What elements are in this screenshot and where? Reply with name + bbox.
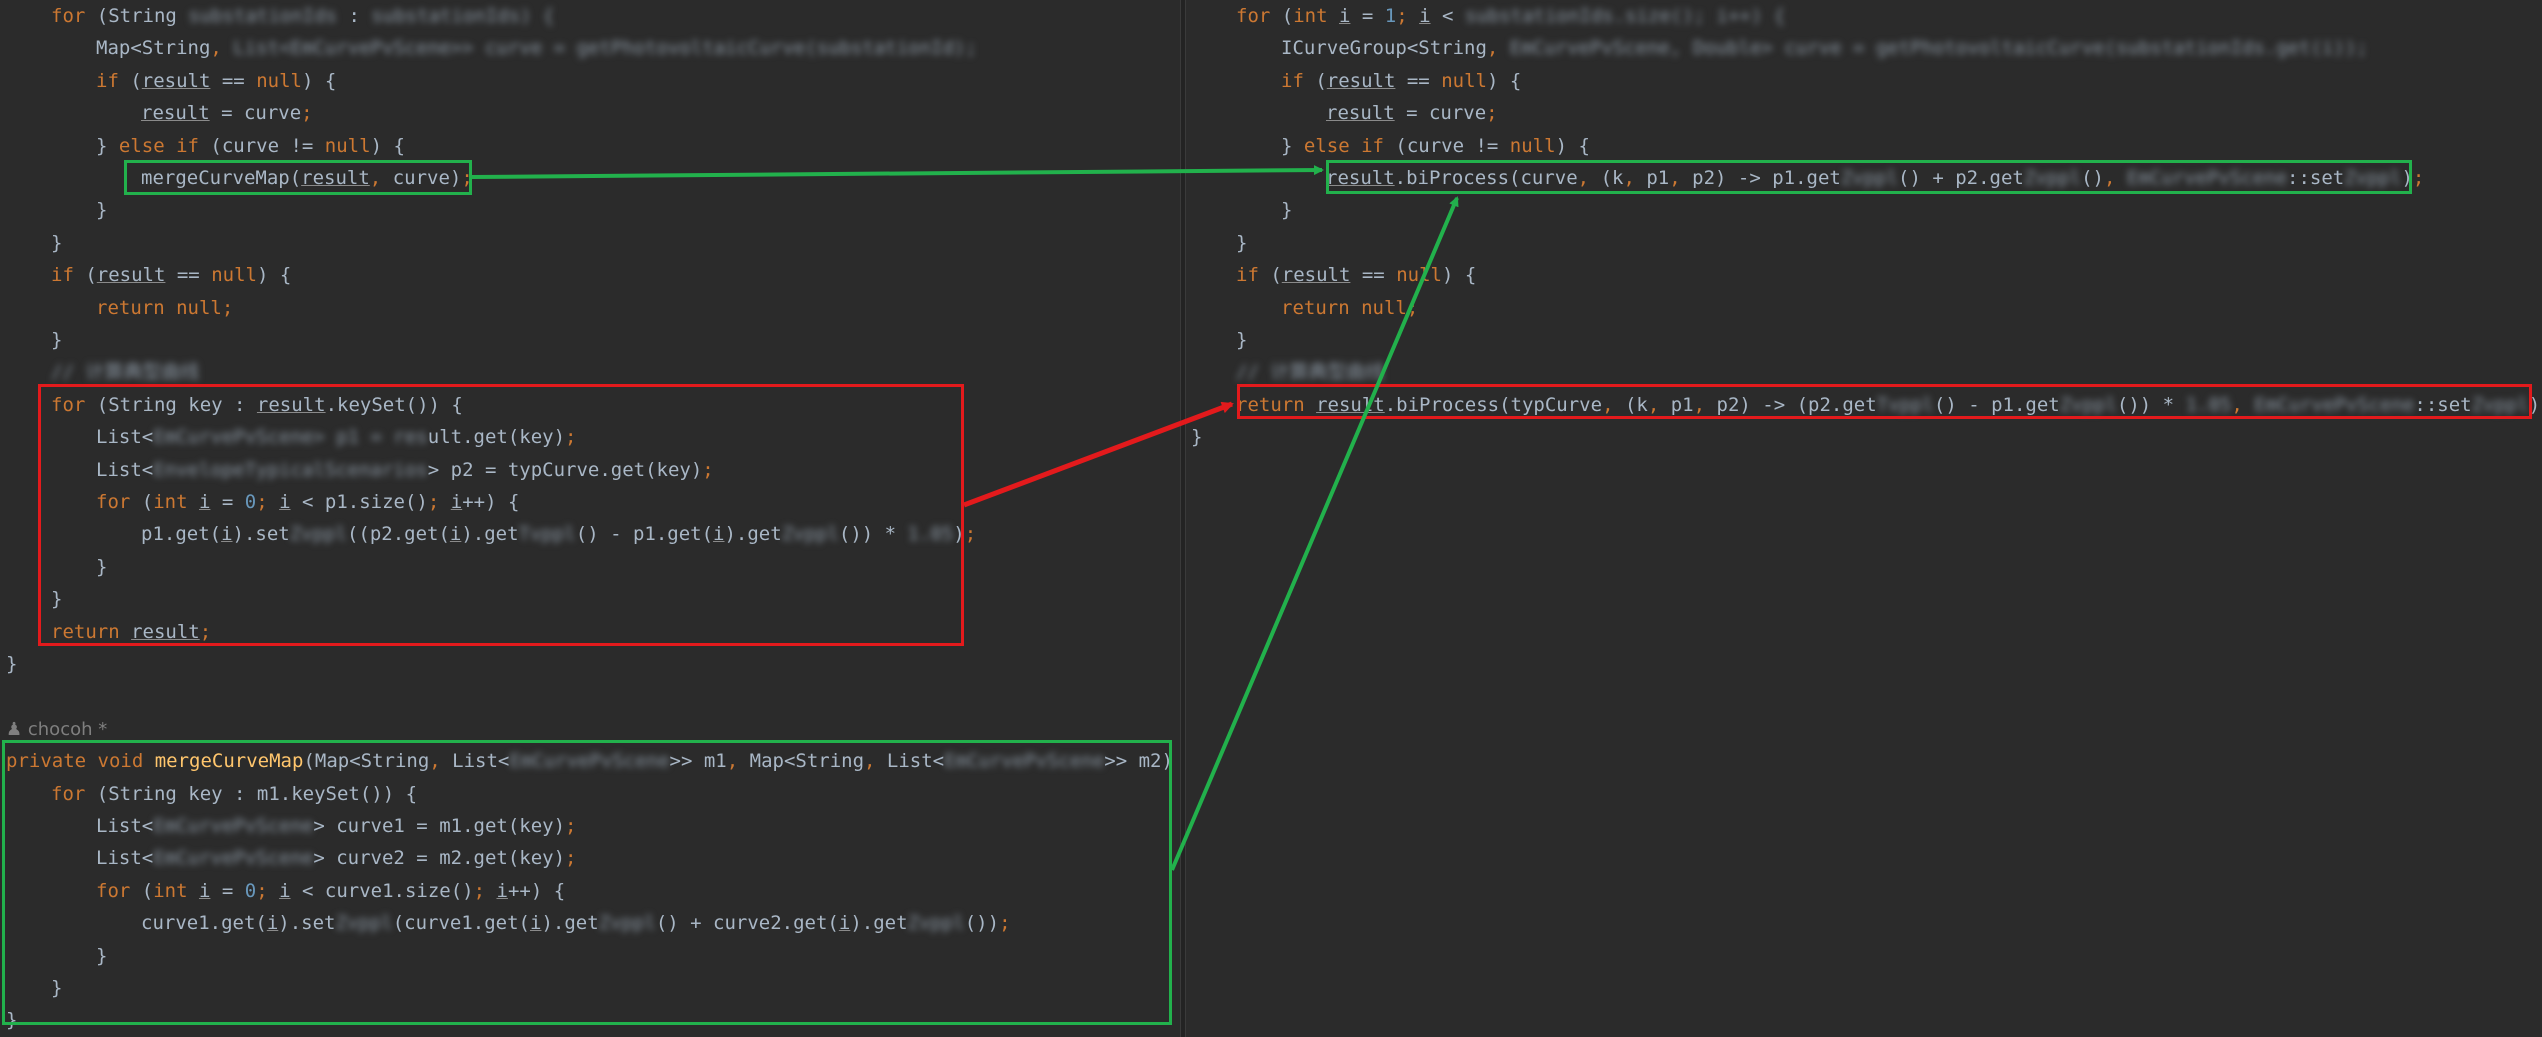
annotation-arrows — [471, 165, 1459, 871]
arrow-merge-method — [1170, 196, 1459, 871]
arrow-merge-call — [471, 165, 1324, 179]
arrow-typical-loop — [963, 401, 1234, 508]
